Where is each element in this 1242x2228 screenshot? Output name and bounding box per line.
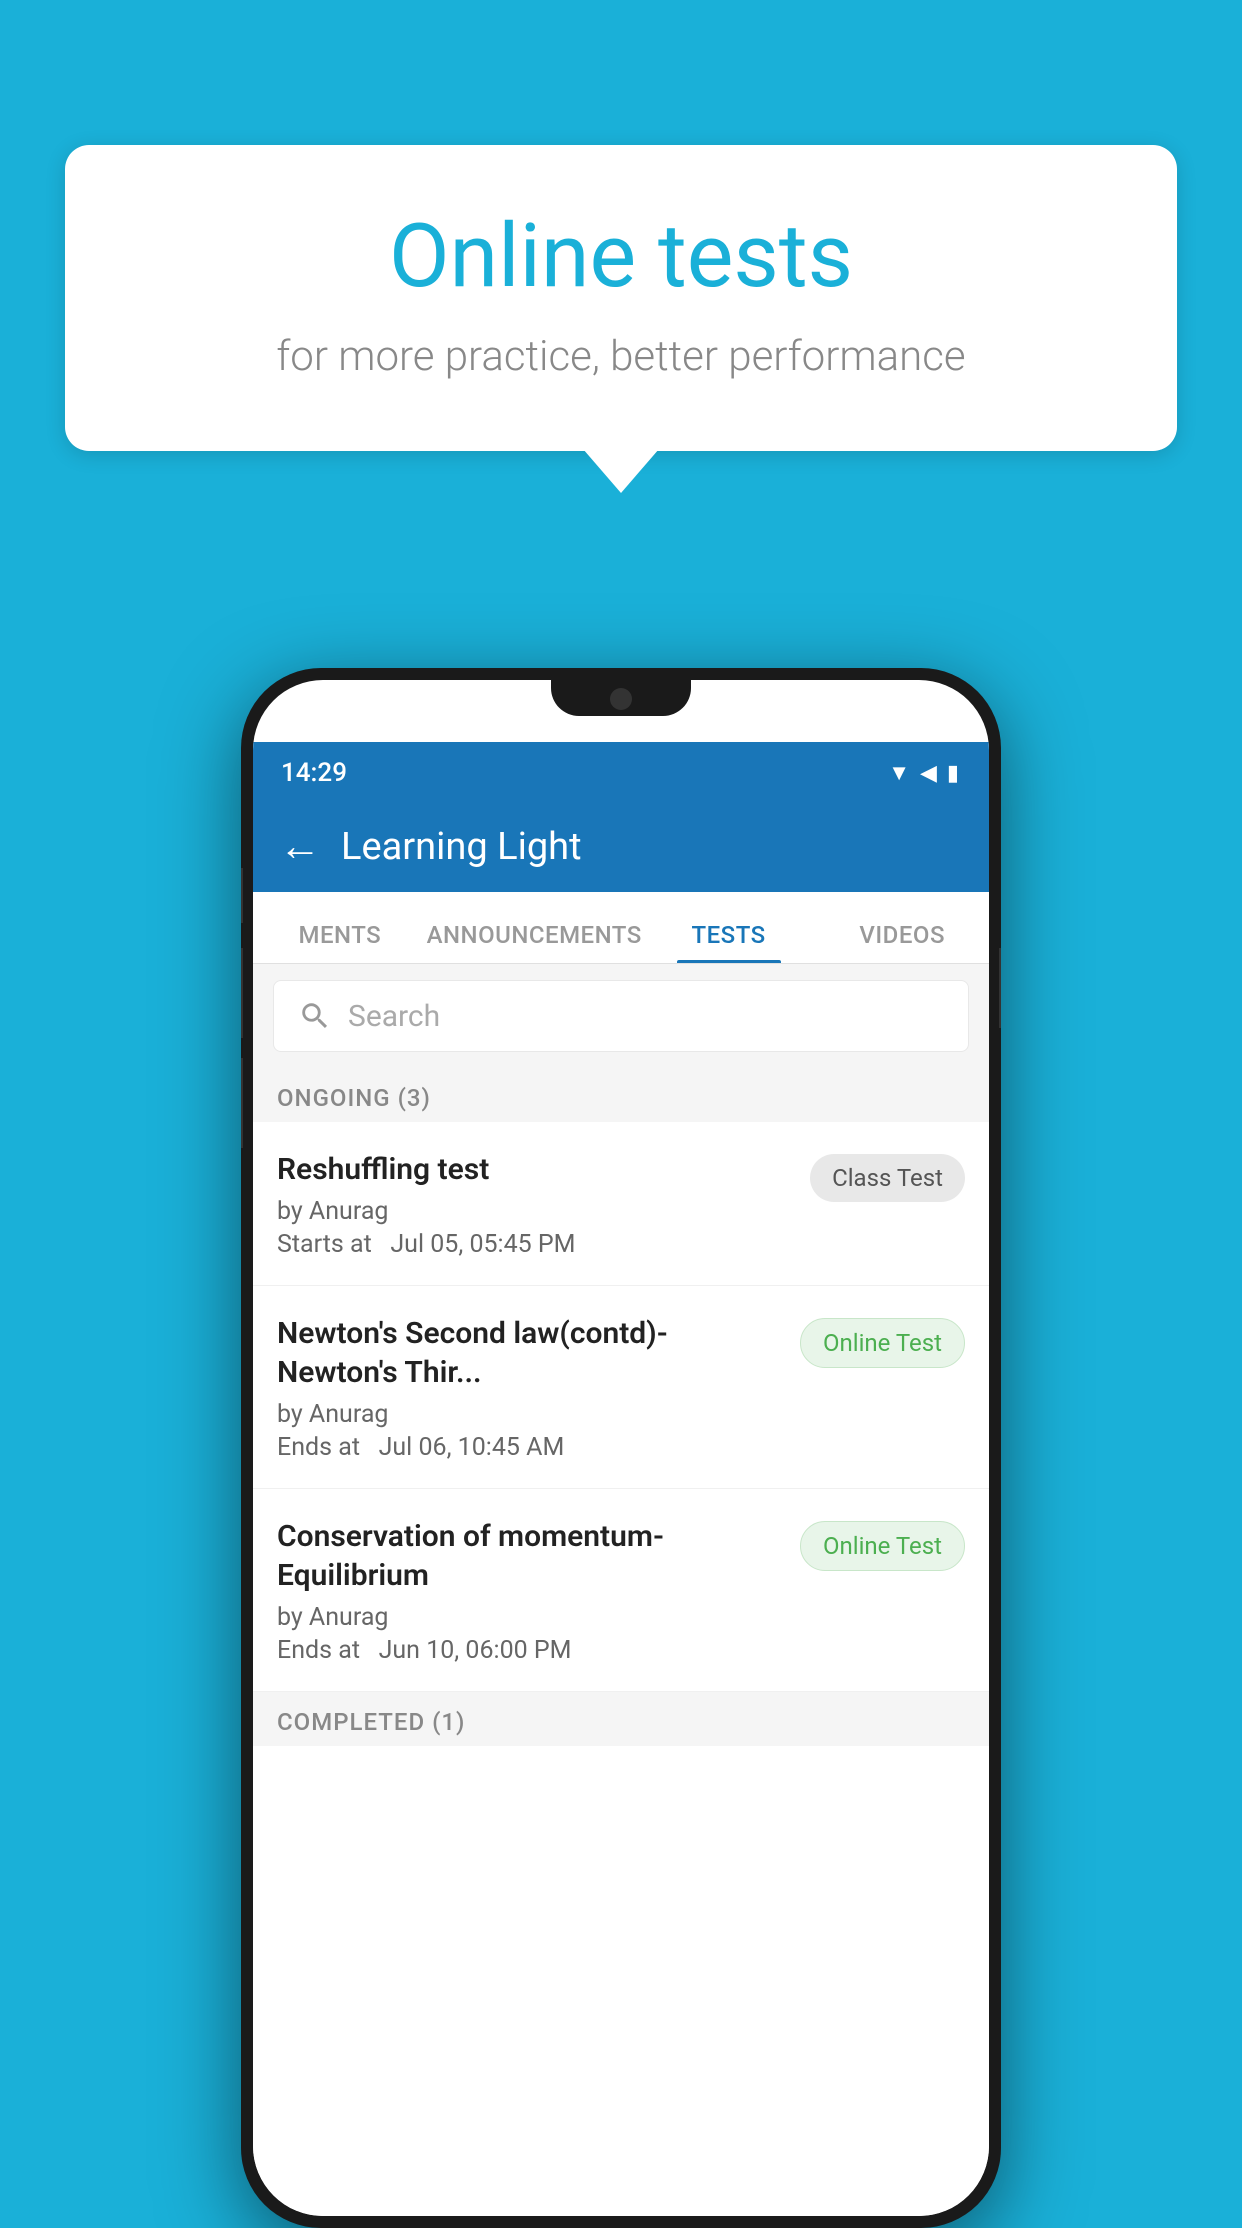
test-list: Reshuffling test by Anurag Starts at Jul… — [253, 1122, 989, 1692]
bubble-subtitle: for more practice, better performance — [145, 332, 1097, 381]
time-label: Ends at — [277, 1636, 360, 1665]
test-author: by Anurag — [277, 1197, 794, 1226]
time-label: Starts at — [277, 1230, 372, 1259]
signal-icon: ◀ — [920, 761, 937, 786]
time-label: Ends at — [277, 1433, 360, 1462]
test-badge-online: Online Test — [800, 1318, 965, 1368]
status-icons: ▼ ◀ ▮ — [888, 760, 959, 786]
search-icon — [298, 999, 332, 1033]
mute-button — [241, 868, 243, 923]
front-camera — [610, 688, 632, 710]
tab-videos[interactable]: VIDEOS — [815, 921, 989, 963]
test-item[interactable]: Newton's Second law(contd)-Newton's Thir… — [253, 1286, 989, 1489]
test-name: Reshuffling test — [277, 1150, 794, 1189]
test-item[interactable]: Conservation of momentum-Equilibrium by … — [253, 1489, 989, 1692]
test-name: Newton's Second law(contd)-Newton's Thir… — [277, 1314, 784, 1392]
time-value: Jun 10, 06:00 PM — [379, 1636, 572, 1665]
test-name: Conservation of momentum-Equilibrium — [277, 1517, 784, 1595]
power-button — [999, 948, 1001, 1028]
test-author: by Anurag — [277, 1603, 784, 1632]
battery-icon: ▮ — [947, 761, 959, 786]
phone-content: 14:29 ▼ ◀ ▮ ← Learning Light MENTS ANNOU… — [253, 742, 989, 2216]
search-placeholder: Search — [348, 999, 440, 1034]
search-bar[interactable]: Search — [273, 980, 969, 1052]
test-time: Ends at Jul 06, 10:45 AM — [277, 1433, 784, 1462]
time-value: Jul 05, 05:45 PM — [390, 1230, 575, 1259]
back-button[interactable]: ← — [279, 826, 321, 868]
wifi-icon: ▼ — [888, 760, 910, 786]
app-header: ← Learning Light — [253, 802, 989, 892]
test-info: Reshuffling test by Anurag Starts at Jul… — [277, 1150, 794, 1259]
test-time: Ends at Jun 10, 06:00 PM — [277, 1636, 784, 1665]
phone-frame: 14:29 ▼ ◀ ▮ ← Learning Light MENTS ANNOU… — [241, 668, 1001, 2228]
ongoing-section-header: ONGOING (3) — [253, 1068, 989, 1122]
status-bar: 14:29 ▼ ◀ ▮ — [253, 742, 989, 802]
tab-announcements[interactable]: ANNOUNCEMENTS — [427, 921, 642, 963]
tab-tests[interactable]: TESTS — [642, 921, 816, 963]
test-time: Starts at Jul 05, 05:45 PM — [277, 1230, 794, 1259]
test-info: Conservation of momentum-Equilibrium by … — [277, 1517, 784, 1665]
app-title: Learning Light — [341, 825, 582, 869]
time-value: Jul 06, 10:45 AM — [379, 1433, 565, 1462]
search-container: Search — [253, 964, 989, 1068]
completed-section-header: COMPLETED (1) — [253, 1692, 989, 1746]
test-author: by Anurag — [277, 1400, 784, 1429]
test-badge-class: Class Test — [810, 1154, 965, 1202]
test-item[interactable]: Reshuffling test by Anurag Starts at Jul… — [253, 1122, 989, 1286]
status-time: 14:29 — [281, 758, 347, 788]
test-badge-online: Online Test — [800, 1521, 965, 1571]
tabs-container: MENTS ANNOUNCEMENTS TESTS VIDEOS — [253, 892, 989, 964]
volume-down-button — [241, 1058, 243, 1148]
volume-up-button — [241, 948, 243, 1038]
phone-notch — [551, 680, 691, 716]
phone-screen: 14:29 ▼ ◀ ▮ ← Learning Light MENTS ANNOU… — [253, 680, 989, 2216]
bubble-title: Online tests — [145, 205, 1097, 308]
speech-bubble-container: Online tests for more practice, better p… — [65, 145, 1177, 451]
test-info: Newton's Second law(contd)-Newton's Thir… — [277, 1314, 784, 1462]
speech-bubble: Online tests for more practice, better p… — [65, 145, 1177, 451]
tab-ments[interactable]: MENTS — [253, 921, 427, 963]
